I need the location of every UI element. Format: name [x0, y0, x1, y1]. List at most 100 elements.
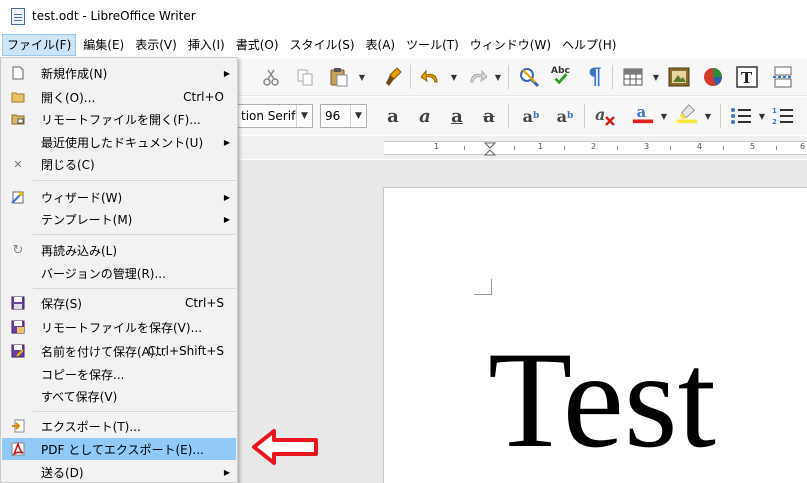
menu-item-templates[interactable]: テンプレート(M) ▶ — [2, 208, 236, 230]
copy-icon[interactable] — [294, 66, 316, 88]
insert-page-break-icon[interactable] — [772, 66, 794, 88]
bullet-list-icon[interactable] — [730, 105, 752, 127]
export-icon — [11, 419, 25, 433]
svg-text:1: 1 — [772, 107, 777, 115]
menu-item-new[interactable]: 新規作成(N) ▶ — [2, 62, 236, 84]
superscript-icon[interactable]: ab — [518, 105, 544, 127]
table-dropdown-icon[interactable]: ▼ — [652, 66, 660, 88]
menu-item-open[interactable]: 開く(O)... Ctrl+O — [2, 86, 236, 108]
menu-item-close[interactable]: ✕ 閉じる(C) — [2, 153, 236, 175]
menu-window[interactable]: ウィンドウ(W) — [466, 34, 555, 56]
toolbar-separator — [508, 65, 509, 89]
menu-item-shortcut: Ctrl+O — [183, 90, 224, 104]
wizard-icon — [11, 190, 25, 204]
ruler-tick — [514, 146, 515, 150]
menu-separator — [33, 234, 236, 235]
menu-styles[interactable]: スタイル(S) — [286, 34, 359, 56]
insert-table-icon[interactable] — [622, 66, 644, 88]
menu-item-label: 送る(D) — [41, 465, 84, 480]
menu-separator — [33, 288, 236, 289]
undo-icon[interactable] — [420, 66, 442, 88]
menu-item-label: PDF としてエクスポート(E)... — [41, 442, 204, 457]
insert-chart-icon[interactable] — [702, 66, 724, 88]
spelling-icon[interactable]: Abc — [550, 64, 572, 86]
numbered-list-icon[interactable]: 12 — [772, 105, 794, 127]
strikethrough-icon[interactable]: a — [478, 105, 500, 127]
menu-item-export-pdf[interactable]: PDF としてエクスポート(E)... — [2, 438, 236, 460]
submenu-arrow-icon: ▶ — [223, 192, 230, 202]
subscript-icon[interactable]: ab — [552, 105, 578, 127]
menu-item-wizard[interactable]: ウィザード(W) ▶ — [2, 186, 236, 208]
menu-item-reload[interactable]: ↻ 再読み込み(L) — [2, 239, 236, 261]
font-name-box[interactable]: tion Serif ▼ — [236, 104, 313, 128]
undo-dropdown-icon[interactable]: ▼ — [450, 66, 458, 88]
menu-item-label: テンプレート(M) — [41, 212, 133, 227]
formatting-marks-icon[interactable]: ¶ — [584, 64, 606, 90]
menu-bar: ファイル(F) 編集(E) 表示(V) 挿入(I) 書式(O) スタイル(S) … — [0, 33, 807, 57]
writer-document-icon — [11, 7, 25, 25]
svg-text:a: a — [637, 104, 647, 121]
clone-formatting-icon[interactable] — [384, 66, 406, 88]
pdf-icon — [11, 442, 25, 456]
ruler-number: 5 — [750, 142, 756, 151]
menu-format[interactable]: 書式(O) — [232, 34, 283, 56]
menu-item-save-as[interactable]: 名前を付けて保存(A)... Ctrl+Shift+S — [2, 340, 236, 362]
redo-dropdown-icon[interactable]: ▼ — [494, 66, 502, 88]
menu-item-save-copy[interactable]: コピーを保存... — [2, 363, 236, 385]
new-document-icon — [11, 66, 25, 80]
menu-item-export[interactable]: エクスポート(T)... — [2, 415, 236, 437]
find-replace-icon[interactable] — [518, 66, 540, 88]
menu-item-save-remote[interactable]: リモートファイルを保存(V)... — [2, 316, 236, 338]
font-size-box[interactable]: 96 ▼ — [320, 104, 367, 128]
menu-table[interactable]: 表(A) — [362, 34, 400, 56]
bullet-list-dropdown-icon[interactable]: ▼ — [758, 105, 766, 127]
bold-icon[interactable]: a — [382, 105, 404, 127]
menu-item-recent-documents[interactable]: 最近使用したドキュメント(U) ▶ — [2, 131, 236, 153]
document-text[interactable]: Test — [488, 320, 716, 480]
menu-edit[interactable]: 編集(E) — [79, 34, 128, 56]
menu-view[interactable]: 表示(V) — [131, 34, 181, 56]
underline-icon[interactable]: a — [446, 105, 468, 127]
menu-file[interactable]: ファイル(F) — [2, 34, 77, 56]
paste-dropdown-icon[interactable]: ▼ — [358, 66, 366, 88]
menu-insert[interactable]: 挿入(I) — [184, 34, 229, 56]
menu-item-label: エクスポート(T)... — [41, 419, 141, 434]
menu-item-save-all[interactable]: すべて保存(V) — [2, 385, 236, 407]
menu-item-send[interactable]: 送る(D) ▶ — [2, 461, 236, 483]
font-name-dropdown-icon[interactable]: ▼ — [296, 105, 312, 127]
ruler-tick — [670, 146, 671, 150]
ruler-tick — [617, 146, 618, 150]
reload-icon: ↻ — [12, 242, 24, 258]
font-size-value: 96 — [325, 109, 341, 123]
menu-item-versions[interactable]: バージョンの管理(R)... — [2, 262, 236, 284]
menu-item-label: 閉じる(C) — [41, 157, 95, 172]
insert-image-icon[interactable] — [668, 66, 690, 88]
ruler-number: 3 — [644, 142, 650, 151]
menu-help[interactable]: ヘルプ(H) — [558, 34, 620, 56]
redo-icon[interactable] — [466, 66, 488, 88]
insert-textbox-icon[interactable]: T — [736, 66, 758, 88]
menu-item-label: 新規作成(N) — [41, 66, 108, 81]
standard-toolbar: ▼ ▼ ▼ Abc ¶ ▼ T — [238, 58, 807, 96]
font-color-dropdown-icon[interactable]: ▼ — [660, 105, 668, 127]
menu-item-open-remote[interactable]: リモートファイルを開く(F)... — [2, 108, 236, 130]
highlight-dropdown-icon[interactable]: ▼ — [704, 105, 712, 127]
font-name-value: tion Serif — [241, 109, 296, 123]
font-size-dropdown-icon[interactable]: ▼ — [350, 105, 366, 127]
highlight-color-icon[interactable] — [676, 103, 698, 125]
horizontal-ruler[interactable]: 1 1 2 3 4 5 6 — [384, 141, 807, 156]
paste-icon[interactable] — [328, 66, 350, 88]
italic-icon[interactable]: a — [414, 105, 436, 127]
font-color-icon[interactable]: a — [632, 103, 654, 125]
submenu-arrow-icon: ▶ — [223, 137, 230, 147]
toolbar-separator — [612, 65, 613, 89]
indent-marker-icon[interactable] — [484, 142, 496, 156]
cut-icon[interactable] — [260, 66, 282, 88]
clear-formatting-icon[interactable]: a — [594, 105, 616, 127]
close-icon: ✕ — [13, 157, 23, 171]
menu-item-label: バージョンの管理(R)... — [41, 266, 166, 281]
menu-tools[interactable]: ツール(T) — [402, 34, 463, 56]
ruler-tick — [776, 146, 777, 150]
ruler-number: 6 — [800, 142, 806, 151]
menu-item-save[interactable]: 保存(S) Ctrl+S — [2, 292, 236, 314]
